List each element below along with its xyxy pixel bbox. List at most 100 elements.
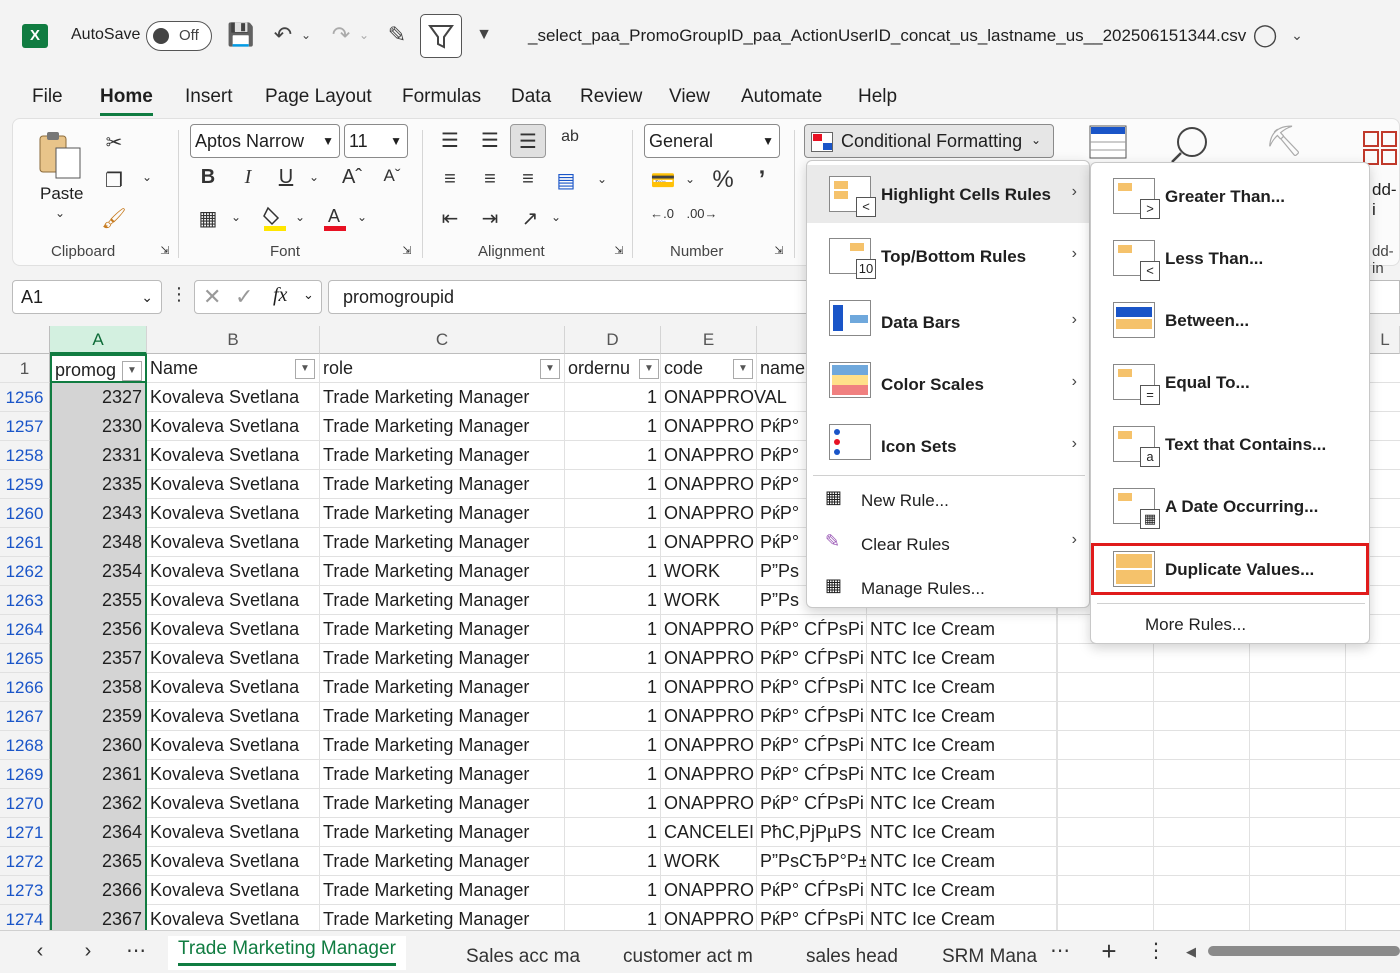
wrap-text-icon[interactable]: ab (556, 128, 584, 146)
cell-name[interactable]: Kovaleva Svetlana (147, 499, 320, 528)
cell-promogroupid[interactable]: 2355 (50, 586, 147, 615)
cell-status-name[interactable]: РќР° СЃРѕРі (757, 876, 867, 905)
scroll-left-icon[interactable]: ◀ (1186, 944, 1196, 960)
cell-ordernum[interactable]: 1 (565, 731, 661, 760)
cell-code[interactable]: ONAPPRO (661, 644, 757, 673)
increase-indent-icon[interactable]: ⇥ (476, 206, 504, 231)
cell-name[interactable]: Kovaleva Svetlana (147, 789, 320, 818)
italic-icon[interactable]: I (236, 166, 260, 189)
row-header[interactable]: 1 (0, 354, 50, 383)
menu-item-icon-sets[interactable]: Icon Sets › (807, 413, 1089, 471)
filter-dropdown-icon[interactable]: ▼ (733, 359, 753, 379)
cell-code[interactable]: ONAPPRO (661, 905, 757, 930)
decrease-font-icon[interactable]: Aˇ (378, 166, 406, 186)
cell-name[interactable]: Kovaleva Svetlana (147, 876, 320, 905)
fill-color-dropdown-icon[interactable]: ⌄ (292, 210, 308, 224)
filter-dropdown-icon[interactable]: ▼ (540, 359, 560, 379)
row-header[interactable]: 1270 (0, 789, 50, 818)
row-header[interactable]: 1258 (0, 441, 50, 470)
increase-decimal-icon[interactable]: ←.0 (646, 206, 678, 221)
sensitivity-ribbon-icon[interactable]: ⛏ (1262, 124, 1306, 159)
number-launcher-icon[interactable]: ⇲ (772, 244, 786, 257)
cell-role[interactable]: Trade Marketing Manager (320, 383, 565, 412)
clipboard-launcher-icon[interactable]: ⇲ (158, 244, 172, 257)
cell-code[interactable]: ONAPPRO (661, 499, 757, 528)
cell-name[interactable]: Kovaleva Svetlana (147, 673, 320, 702)
cell-role[interactable]: Trade Marketing Manager (320, 528, 565, 557)
cell-role[interactable]: Trade Marketing Manager (320, 499, 565, 528)
insert-function-icon[interactable]: fx (273, 284, 287, 307)
tab-review[interactable]: Review (580, 86, 642, 108)
row-header[interactable]: 1263 (0, 586, 50, 615)
menu-item-less-than[interactable]: < Less Than... (1091, 229, 1369, 287)
prev-sheet-icon[interactable]: ‹ (30, 940, 50, 963)
fill-color-icon[interactable] (262, 204, 288, 232)
menu-item-clear-rules[interactable]: ✎ Clear Rules › (807, 527, 1089, 561)
menu-item-text-contains[interactable]: a Text that Contains... (1091, 415, 1369, 473)
tab-formulas[interactable]: Formulas (402, 86, 481, 108)
row-header[interactable]: 1271 (0, 818, 50, 847)
cell-status-name[interactable]: РќР° СЃРѕРі (757, 673, 867, 702)
cell-role[interactable]: Trade Marketing Manager (320, 441, 565, 470)
cell-ordernum[interactable]: 1 (565, 702, 661, 731)
cell-role[interactable]: Trade Marketing Manager (320, 586, 565, 615)
bold-icon[interactable]: B (196, 166, 220, 189)
conditional-formatting-button[interactable]: Conditional Formatting ⌄ (804, 124, 1054, 158)
menu-item-greater-than[interactable]: > Greater Than... (1091, 167, 1369, 225)
tab-home[interactable]: Home (100, 86, 153, 116)
borders-dropdown-icon[interactable]: ⌄ (228, 210, 244, 224)
cell-code[interactable]: ONAPPRO (661, 760, 757, 789)
number-format-combo[interactable]: General ▼ (644, 124, 780, 158)
cell-role[interactable]: Trade Marketing Manager (320, 760, 565, 789)
cell-status-name[interactable]: РќР° СЃРѕРі (757, 615, 867, 644)
horizontal-scrollbar[interactable]: ◀ (1186, 944, 1400, 960)
cell-name[interactable]: Kovaleva Svetlana (147, 760, 320, 789)
cell-ordernum[interactable]: 1 (565, 673, 661, 702)
scrollbar-thumb[interactable] (1208, 946, 1400, 956)
cell-name[interactable]: Kovaleva Svetlana (147, 702, 320, 731)
row-header[interactable]: 1259 (0, 470, 50, 499)
cell-ordernum[interactable]: 1 (565, 760, 661, 789)
cell-promogroupid[interactable]: 2327 (50, 383, 147, 412)
copy-icon[interactable]: ❐ (100, 168, 128, 193)
cell-promogroupid[interactable]: 2361 (50, 760, 147, 789)
more-sheets-icon[interactable]: ⋯ (124, 938, 148, 963)
cell-ordernum[interactable]: 1 (565, 470, 661, 499)
alignment-launcher-icon[interactable]: ⇲ (612, 244, 626, 257)
menu-item-manage-rules[interactable]: ▦ Manage Rules... (807, 571, 1089, 605)
cell-category[interactable]: NTC Ice Cream (867, 731, 1057, 760)
cell-promogroupid[interactable]: 2331 (50, 441, 147, 470)
cell-category[interactable]: NTC Ice Cream (867, 789, 1057, 818)
format-as-table-icon[interactable] (1086, 124, 1130, 162)
font-name-combo[interactable]: Aptos Narrow ▼ (190, 124, 340, 158)
cell-code[interactable]: ONAPPRO (661, 441, 757, 470)
orientation-dropdown-icon[interactable]: ⌄ (548, 210, 564, 224)
cancel-icon[interactable]: ✕ (203, 284, 221, 310)
menu-item-data-bars[interactable]: Data Bars › (807, 289, 1089, 347)
sensitivity-icon[interactable]: ◯ (1250, 20, 1280, 50)
cell-ordernum[interactable]: 1 (565, 789, 661, 818)
sheet-tab-customer-act-m[interactable]: customer act m (623, 946, 753, 968)
cell-role[interactable]: Trade Marketing Manager (320, 470, 565, 499)
cell-code[interactable]: ONAPPRO (661, 702, 757, 731)
copy-dropdown-icon[interactable]: ⌄ (138, 170, 156, 184)
comma-style-icon[interactable]: ʼ (750, 166, 774, 194)
title-dropdown-icon[interactable]: ⌄ (1284, 20, 1310, 50)
column-header-d[interactable]: D (565, 326, 661, 354)
cell-promogroupid[interactable]: 2367 (50, 905, 147, 930)
underline-icon[interactable]: U (274, 166, 298, 189)
cell-promogroupid[interactable]: 2359 (50, 702, 147, 731)
cell-promogroupid[interactable]: 2364 (50, 818, 147, 847)
row-header[interactable]: 1262 (0, 557, 50, 586)
menu-item-equal-to[interactable]: = Equal To... (1091, 353, 1369, 411)
menu-item-new-rule[interactable]: ▦ New Rule... (807, 483, 1089, 517)
cell-role[interactable]: Trade Marketing Manager (320, 615, 565, 644)
add-sheet-icon[interactable]: + (1096, 936, 1122, 967)
cell-role[interactable]: Trade Marketing Manager (320, 789, 565, 818)
cell-code[interactable]: ONAPPROVAL (661, 383, 787, 412)
cell-ordernum[interactable]: 1 (565, 383, 661, 412)
cell-promogroupid[interactable]: 2362 (50, 789, 147, 818)
cell-role[interactable]: Trade Marketing Manager (320, 876, 565, 905)
increase-font-icon[interactable]: Aˆ (338, 166, 366, 189)
orientation-icon[interactable]: ↗ (516, 206, 544, 231)
